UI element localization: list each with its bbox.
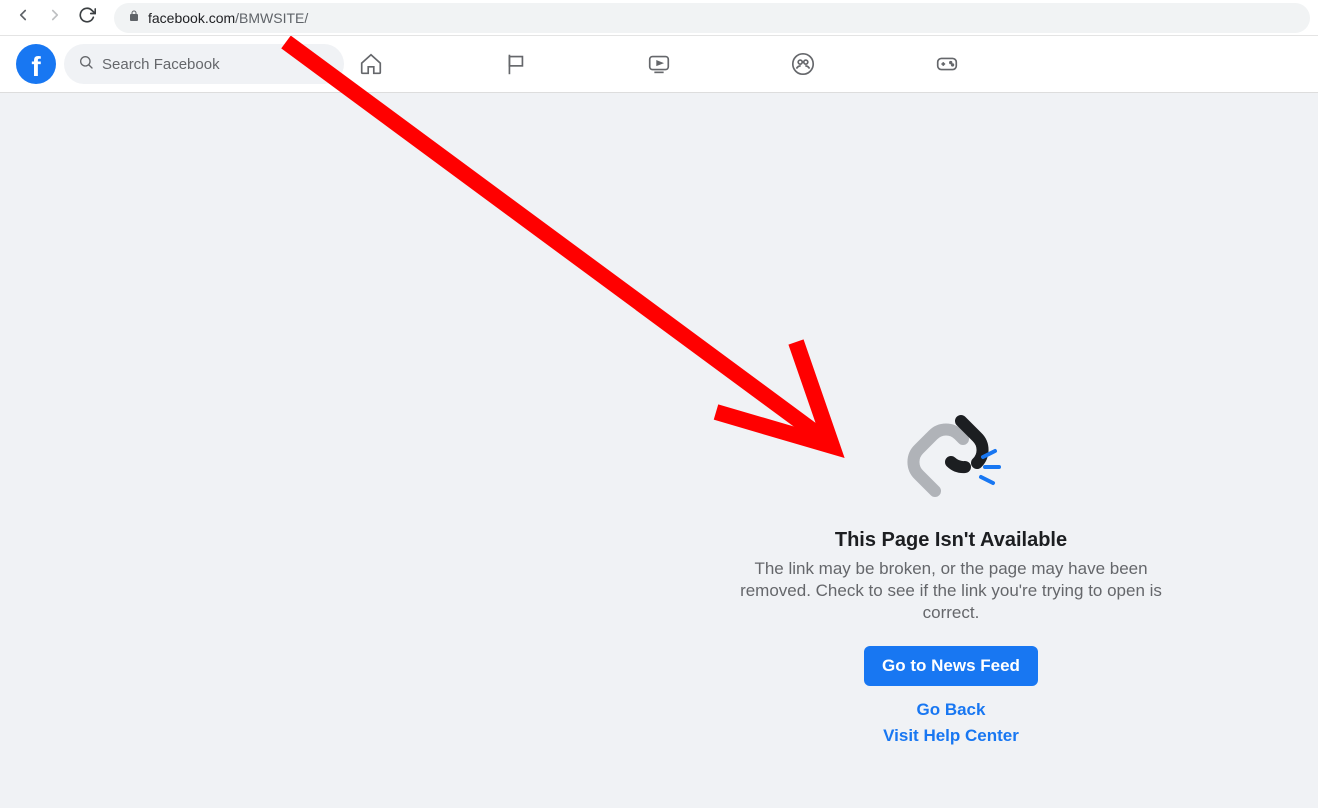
help-center-link[interactable]: Visit Help Center (883, 726, 1019, 746)
address-bar[interactable]: facebook.com/BMWSITE/ (114, 3, 1310, 33)
search-icon (78, 54, 94, 75)
browser-nav-buttons (8, 6, 102, 29)
error-card: This Page Isn't Available The link may b… (730, 399, 1172, 752)
search-box[interactable] (64, 44, 344, 84)
page-content: This Page Isn't Available The link may b… (0, 93, 1318, 808)
facebook-logo[interactable]: f (16, 44, 56, 84)
lock-icon (128, 9, 140, 26)
back-icon[interactable] (14, 6, 32, 29)
browser-toolbar: facebook.com/BMWSITE/ (0, 0, 1318, 36)
home-tab[interactable] (349, 42, 393, 86)
url-path: /BMWSITE/ (235, 10, 308, 26)
error-description: The link may be broken, or the page may … (730, 558, 1172, 624)
watch-tab[interactable] (637, 42, 681, 86)
pages-tab[interactable] (493, 42, 537, 86)
fb-header: f (0, 36, 1318, 93)
go-back-link[interactable]: Go Back (917, 700, 986, 720)
news-feed-button[interactable]: Go to News Feed (864, 646, 1038, 686)
search-input[interactable] (102, 56, 330, 73)
error-title: This Page Isn't Available (835, 529, 1067, 552)
url-host: facebook.com (148, 10, 235, 26)
forward-icon[interactable] (46, 6, 64, 29)
broken-link-icon (895, 399, 1007, 511)
url-text: facebook.com/BMWSITE/ (148, 10, 308, 26)
groups-tab[interactable] (781, 42, 825, 86)
top-nav-tabs (349, 42, 969, 86)
gaming-tab[interactable] (925, 42, 969, 86)
reload-icon[interactable] (78, 6, 96, 29)
